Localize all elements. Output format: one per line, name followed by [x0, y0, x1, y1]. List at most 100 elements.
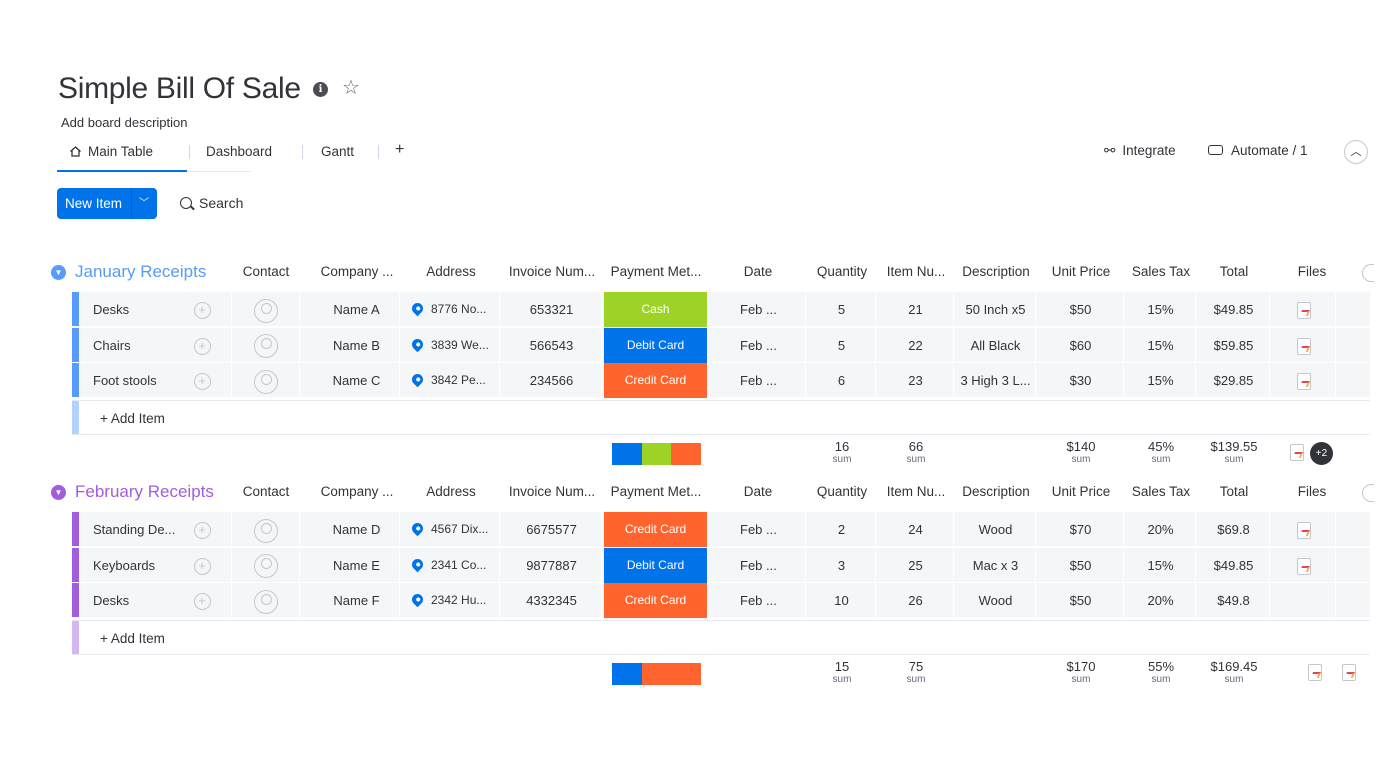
payment-status-label[interactable]: Credit Card — [604, 583, 708, 618]
add-item-row[interactable]: + Add Item — [72, 399, 1370, 436]
cell-invoice[interactable]: 9877887 — [502, 547, 602, 583]
column-header-total[interactable]: Total — [1198, 264, 1270, 279]
cell-company[interactable]: Name C — [314, 363, 400, 398]
add-update-icon[interactable]: + — [193, 302, 211, 320]
cell-invoice[interactable]: 653321 — [502, 292, 602, 327]
cell-quantity[interactable]: 5 — [808, 292, 876, 327]
cell-address[interactable]: 4567 Dix... — [402, 512, 500, 547]
cell-date[interactable]: Feb ... — [710, 512, 806, 547]
star-icon[interactable]: ☆ — [342, 76, 360, 100]
cell-item_num[interactable]: 22 — [878, 327, 954, 363]
payment-status-label[interactable]: Debit Card — [604, 547, 708, 583]
add-item-input[interactable]: + Add Item — [100, 401, 165, 436]
table-row[interactable]: Chairs + Name B 3839 We... 566543 Debit Card F… — [72, 327, 1370, 363]
column-header-date[interactable]: Date — [710, 484, 806, 499]
column-header-invoice[interactable]: Invoice Num... — [502, 264, 602, 279]
payment-status-label[interactable]: Credit Card — [604, 363, 708, 398]
column-header-description[interactable]: Description — [956, 484, 1036, 499]
column-header-item_num[interactable]: Item Nu... — [878, 264, 954, 279]
column-header-item_num[interactable]: Item Nu... — [878, 484, 954, 499]
cell-sales_tax[interactable]: 15% — [1126, 363, 1196, 398]
person-avatar-icon[interactable] — [253, 369, 278, 394]
cell-files[interactable] — [1272, 512, 1336, 547]
file-thumbnail-icon[interactable] — [1296, 522, 1311, 540]
tab-gantt[interactable]: Gantt — [321, 143, 354, 161]
cell-quantity[interactable]: 5 — [808, 327, 876, 363]
file-thumbnail-icon[interactable] — [1296, 557, 1311, 575]
column-header-sales_tax[interactable]: Sales Tax — [1126, 484, 1196, 499]
group-collapse-toggle[interactable]: ▼ — [51, 265, 66, 280]
person-avatar-icon[interactable] — [253, 554, 278, 579]
cell-files[interactable] — [1272, 363, 1336, 398]
file-thumbnail-icon[interactable] — [1296, 337, 1311, 355]
cell-date[interactable]: Feb ... — [710, 327, 806, 363]
column-header-quantity[interactable]: Quantity — [808, 264, 876, 279]
chevron-down-icon[interactable]: ﹀ — [139, 188, 149, 219]
add-update-icon[interactable]: + — [193, 593, 211, 611]
cell-sales_tax[interactable]: 20% — [1126, 512, 1196, 547]
group-title[interactable]: February Receipts — [75, 482, 214, 502]
cell-invoice[interactable]: 566543 — [502, 327, 602, 363]
cell-address[interactable]: 3839 We... — [402, 327, 500, 363]
cell-total[interactable]: $29.85 — [1198, 363, 1270, 398]
cell-quantity[interactable]: 3 — [808, 547, 876, 583]
new-item-button[interactable]: New Item ﹀ — [57, 188, 157, 219]
cell-sales_tax[interactable]: 15% — [1126, 547, 1196, 583]
column-header-address[interactable]: Address — [402, 484, 500, 499]
cell-contact[interactable] — [232, 583, 300, 618]
automate-button[interactable]: Automate / 1 — [1208, 143, 1308, 158]
add-update-icon[interactable]: + — [193, 373, 211, 391]
cell-invoice[interactable]: 6675577 — [502, 512, 602, 547]
table-row[interactable]: Desks + Name F 2342 Hu... 4332345 Credit Card… — [72, 583, 1370, 618]
cell-unit_price[interactable]: $60 — [1038, 327, 1124, 363]
cell-sales_tax[interactable]: 20% — [1126, 583, 1196, 618]
add-update-cell[interactable]: + — [172, 548, 232, 583]
payment-status-label[interactable]: Credit Card — [604, 512, 708, 547]
cell-invoice[interactable]: 234566 — [502, 363, 602, 398]
column-header-invoice[interactable]: Invoice Num... — [502, 484, 602, 499]
add-column-icon[interactable] — [1362, 484, 1374, 502]
board-description[interactable]: Add board description — [61, 115, 187, 130]
cell-total[interactable]: $59.85 — [1198, 327, 1270, 363]
cell-company[interactable]: Name E — [314, 547, 400, 583]
cell-date[interactable]: Feb ... — [710, 583, 806, 618]
cell-total[interactable]: $49.85 — [1198, 292, 1270, 327]
cell-total[interactable]: $69.8 — [1198, 512, 1270, 547]
person-avatar-icon[interactable] — [253, 589, 278, 614]
column-header-sales_tax[interactable]: Sales Tax — [1126, 264, 1196, 279]
cell-quantity[interactable]: 2 — [808, 512, 876, 547]
add-update-cell[interactable]: + — [172, 363, 232, 398]
cell-description[interactable]: 50 Inch x5 — [956, 292, 1036, 327]
cell-description[interactable]: All Black — [956, 327, 1036, 363]
column-header-company[interactable]: Company ... — [314, 264, 400, 279]
cell-files[interactable] — [1272, 292, 1336, 327]
table-row[interactable]: Foot stools + Name C 3842 Pe... 234566 Credit… — [72, 363, 1370, 398]
add-item-input[interactable]: + Add Item — [100, 621, 165, 656]
cell-item_num[interactable]: 24 — [878, 512, 954, 547]
column-header-contact[interactable]: Contact — [232, 264, 300, 279]
more-files-badge[interactable]: +2 — [1310, 441, 1333, 465]
cell-unit_price[interactable]: $70 — [1038, 512, 1124, 547]
cell-files[interactable] — [1272, 583, 1336, 618]
tab-dashboard[interactable]: Dashboard — [206, 143, 272, 161]
cell-description[interactable]: Wood — [956, 583, 1036, 618]
column-header-files[interactable]: Files — [1272, 484, 1352, 499]
add-update-cell[interactable]: + — [172, 583, 232, 618]
payment-status-label[interactable]: Debit Card — [604, 327, 708, 363]
cell-address[interactable]: 2342 Hu... — [402, 583, 500, 618]
add-update-icon[interactable]: + — [193, 557, 211, 575]
column-header-company[interactable]: Company ... — [314, 484, 400, 499]
add-update-cell[interactable]: + — [172, 512, 232, 547]
cell-files[interactable] — [1272, 547, 1336, 583]
add-view-button[interactable]: + — [395, 141, 404, 159]
file-thumbnail-icon[interactable] — [1342, 663, 1356, 681]
cell-total[interactable]: $49.85 — [1198, 547, 1270, 583]
cell-date[interactable]: Feb ... — [710, 363, 806, 398]
cell-contact[interactable] — [232, 292, 300, 327]
column-header-payment[interactable]: Payment Met... — [604, 484, 708, 499]
cell-contact[interactable] — [232, 547, 300, 583]
person-avatar-icon[interactable] — [253, 334, 278, 359]
info-icon[interactable]: i — [313, 82, 328, 97]
cell-description[interactable]: Wood — [956, 512, 1036, 547]
column-header-total[interactable]: Total — [1198, 484, 1270, 499]
